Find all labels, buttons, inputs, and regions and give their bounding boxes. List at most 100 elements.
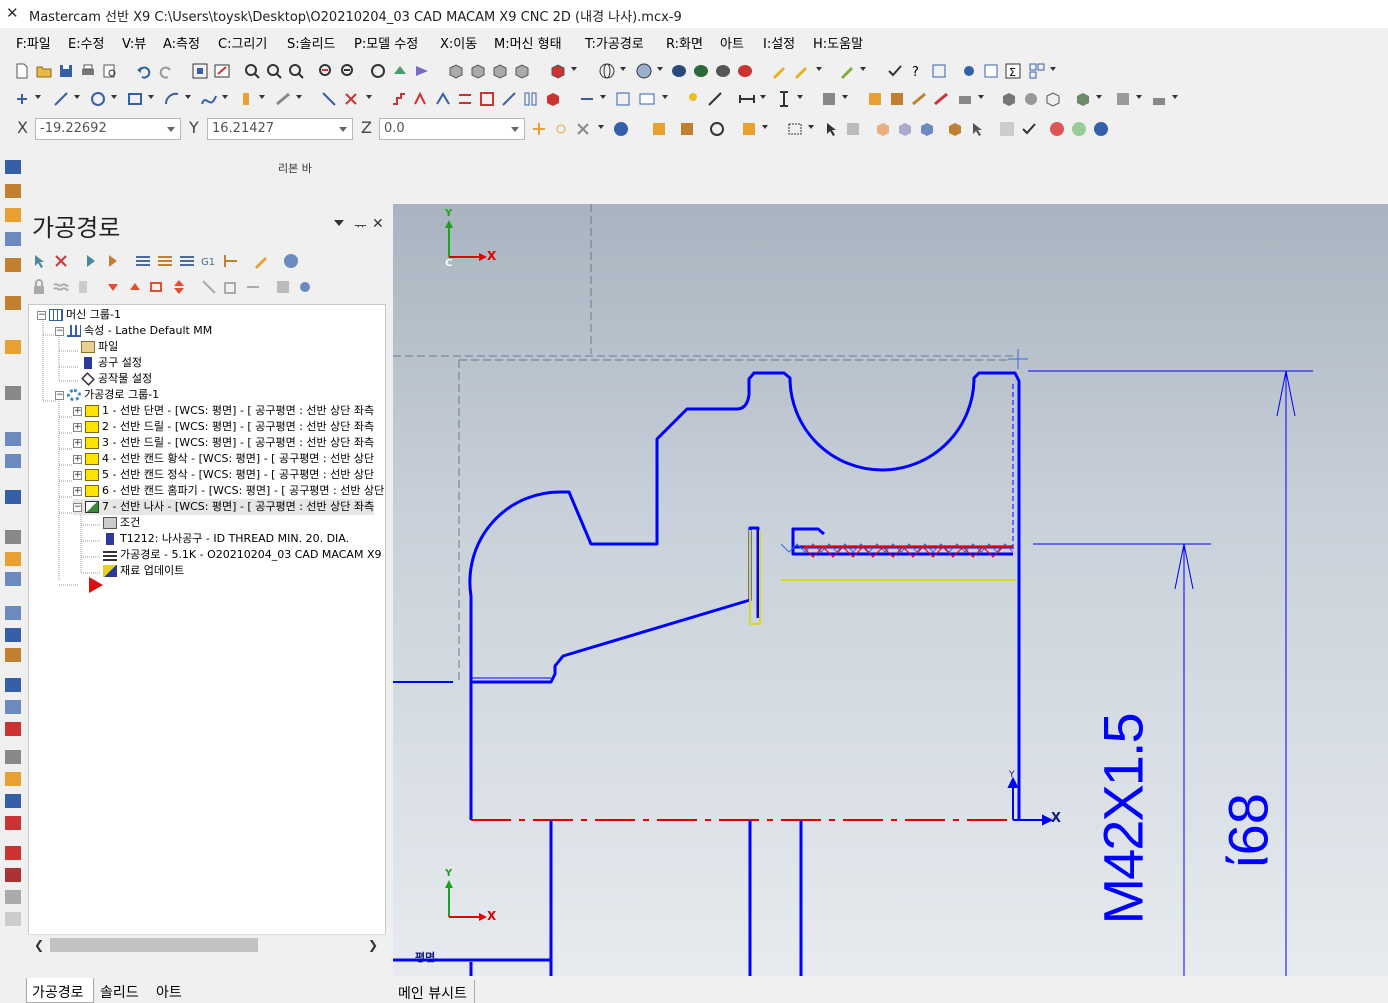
- highfeed-icon[interactable]: [222, 252, 240, 270]
- strip-tool-2-icon[interactable]: [5, 184, 21, 198]
- stock-icon[interactable]: [866, 90, 884, 108]
- zoom-selected-icon[interactable]: [287, 62, 305, 80]
- shaded-green-icon[interactable]: [692, 62, 710, 80]
- help-blue-icon[interactable]: [1092, 120, 1110, 138]
- menu-machine-type[interactable]: M:머신 형태: [494, 33, 562, 52]
- move-up-icon[interactable]: [126, 278, 144, 296]
- menu-file[interactable]: F:파일: [16, 33, 51, 52]
- panel-dropdown-icon[interactable]: [334, 220, 344, 226]
- horizontal-dim-icon[interactable]: [738, 90, 756, 108]
- xform-roll-icon[interactable]: [544, 90, 562, 108]
- arc-icon[interactable]: [163, 90, 181, 108]
- strip-tool-18-icon[interactable]: [5, 678, 21, 692]
- delete-ops-icon[interactable]: [252, 252, 270, 270]
- analyze-icon[interactable]: [706, 90, 724, 108]
- tree-stock-setup[interactable]: 공작물 설정: [81, 371, 152, 387]
- menu-model-prep[interactable]: P:모델 수정: [354, 33, 418, 52]
- open-folder-icon[interactable]: [35, 62, 53, 80]
- tree-op-7[interactable]: −7 - 선반 나사 - [WCS: 평면] - [ 공구평면 : 선반 상단 …: [73, 499, 375, 515]
- tree-machine-group[interactable]: − 머신 그룹-1: [37, 307, 121, 323]
- wireframe-globe-icon[interactable]: [598, 62, 616, 80]
- tab-solids[interactable]: 솔리드: [100, 982, 139, 1002]
- fit-screen-icon[interactable]: [191, 62, 209, 80]
- strip-tool-22-icon[interactable]: [5, 772, 21, 786]
- tree-op-7-stock-update[interactable]: 재료 업데이트: [103, 563, 184, 579]
- zoom-out-icon[interactable]: [339, 62, 357, 80]
- graphics-viewport[interactable]: X Y C X Y X Y 평면 M42X1.5 ί68: [393, 204, 1388, 976]
- xform-stretch-icon[interactable]: [500, 90, 518, 108]
- chamfer-icon[interactable]: [274, 90, 292, 108]
- view-iso-icon[interactable]: [513, 62, 531, 80]
- strip-tool-13-icon[interactable]: [5, 552, 21, 566]
- xform-scale-icon[interactable]: [478, 90, 496, 108]
- tailstock-icon[interactable]: [910, 90, 928, 108]
- xform-mirror-icon[interactable]: [412, 90, 430, 108]
- undo-icon[interactable]: [135, 62, 153, 80]
- view-top-icon[interactable]: [447, 62, 465, 80]
- tree-op-2[interactable]: +2 - 선반 드릴 - [WCS: 평면] - [ 공구평면 : 선반 상단 …: [73, 419, 374, 435]
- sigma-icon[interactable]: Σ: [1004, 62, 1022, 80]
- cursor-icon[interactable]: [822, 120, 840, 138]
- xform-translate-icon[interactable]: [390, 90, 408, 108]
- help-query-icon[interactable]: ?: [908, 62, 926, 80]
- delete-cross-icon[interactable]: [342, 90, 360, 108]
- point-icon[interactable]: [13, 90, 31, 108]
- panel-pin-icon[interactable]: ᅲ: [354, 216, 367, 236]
- menu-analyze[interactable]: A:측정: [163, 33, 200, 52]
- chuck-icon[interactable]: [888, 90, 906, 108]
- strip-tool-1-icon[interactable]: [5, 160, 21, 174]
- regenerate-dirty-icon[interactable]: [104, 252, 122, 270]
- verify-ops-icon[interactable]: [156, 252, 174, 270]
- highlighter-icon[interactable]: [838, 62, 856, 80]
- check-icon[interactable]: [886, 62, 904, 80]
- select-all-ops-icon[interactable]: [30, 252, 48, 270]
- cancel-circle-icon[interactable]: [1048, 120, 1066, 138]
- menu-edit[interactable]: E:수정: [68, 33, 105, 52]
- tree-horizontal-scrollbar[interactable]: ❮ ❯: [28, 934, 386, 954]
- menu-settings[interactable]: I:설정: [763, 33, 795, 52]
- tree-op-6[interactable]: +6 - 선반 캔드 홈파기 - [WCS: 평면] - [ 공구평면 : 선반…: [73, 483, 384, 499]
- tree-op-4[interactable]: +4 - 선반 캔드 황삭 - [WCS: 평면] - [ 공구평면 : 선반 …: [73, 451, 374, 467]
- move-down-icon[interactable]: [104, 278, 122, 296]
- menu-screen[interactable]: R:화면: [666, 33, 703, 52]
- help-ops-icon[interactable]: [282, 252, 300, 270]
- y-coord-input[interactable]: 16.21427: [207, 118, 353, 140]
- strip-tool-7-icon[interactable]: [5, 340, 21, 354]
- tree-op-3[interactable]: +3 - 선반 드릴 - [WCS: 평면] - [ 공구평면 : 선반 상단 …: [73, 435, 374, 451]
- menu-toolpaths[interactable]: T:가공경로: [585, 33, 644, 52]
- save-icon[interactable]: [57, 62, 75, 80]
- insert-arrow-icon[interactable]: [148, 278, 166, 296]
- tree-properties[interactable]: − 속성 - Lathe Default MM: [55, 323, 212, 339]
- tree-op-1[interactable]: +1 - 선반 단면 - [WCS: 평면] - [ 공구평면 : 선반 상단 …: [73, 403, 374, 419]
- strip-tool-4-icon[interactable]: [5, 232, 21, 246]
- grid-icon[interactable]: [930, 62, 948, 80]
- strip-tool-16-icon[interactable]: [5, 628, 21, 642]
- single-display-icon[interactable]: [222, 278, 240, 296]
- strip-tool-27-icon[interactable]: [5, 890, 21, 904]
- verify-icon[interactable]: [998, 120, 1016, 138]
- toggle-display-icon[interactable]: [52, 278, 70, 296]
- lock-icon[interactable]: [30, 278, 48, 296]
- autocursor-icon[interactable]: [552, 120, 570, 138]
- strip-tool-24-icon[interactable]: [5, 816, 21, 830]
- strip-tool-6-icon[interactable]: [5, 296, 21, 310]
- insert-arrow-marker-icon[interactable]: [89, 577, 103, 593]
- zoom-target-icon[interactable]: [265, 62, 283, 80]
- regenerate-icon[interactable]: [82, 252, 100, 270]
- fillet-icon[interactable]: [237, 90, 255, 108]
- solid-select-back-icon[interactable]: [946, 120, 964, 138]
- post-g1-icon[interactable]: G1: [200, 252, 218, 270]
- strip-tool-17-icon[interactable]: [5, 648, 21, 662]
- mesh-icon[interactable]: [1114, 90, 1132, 108]
- surface-icon[interactable]: [1074, 90, 1092, 108]
- z-coord-input[interactable]: 0.0: [379, 118, 525, 140]
- menu-solids[interactable]: S:솔리드: [287, 33, 336, 52]
- view-plane-icon[interactable]: [413, 62, 431, 80]
- help-circle-icon[interactable]: [612, 120, 630, 138]
- shaded-red-icon[interactable]: [736, 62, 754, 80]
- hatch-icon[interactable]: [614, 90, 632, 108]
- turret-icon[interactable]: [956, 90, 974, 108]
- verify-select-icon[interactable]: [844, 120, 862, 138]
- menu-help[interactable]: H:도움말: [813, 33, 863, 52]
- menu-create[interactable]: C:그리기: [218, 33, 267, 52]
